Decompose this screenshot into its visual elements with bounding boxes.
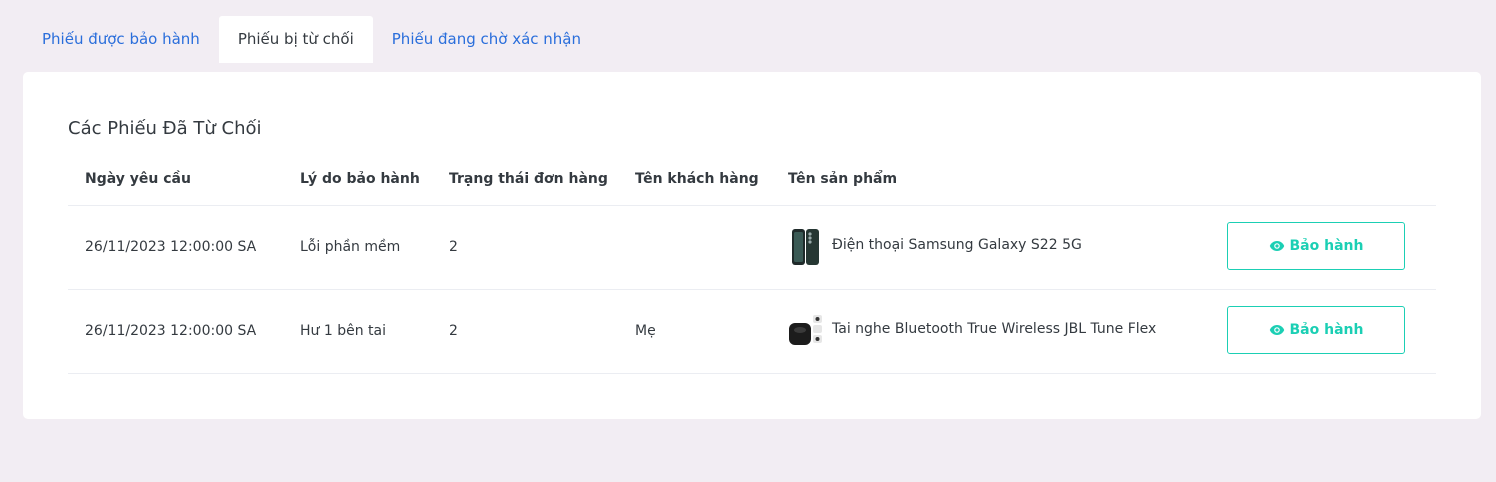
tab-rejected-tickets[interactable]: Phiếu bị từ chối xyxy=(218,16,373,63)
cell-warranty-reason: Hư 1 bên tai xyxy=(300,323,386,339)
rejected-tickets-table: Ngày yêu cầu Lý do bảo hành Trạng thái đ… xyxy=(68,158,1436,374)
cell-order-status: 2 xyxy=(449,239,458,255)
eye-icon xyxy=(1269,324,1285,336)
cell-order-status: 2 xyxy=(449,323,458,339)
cell-product: Điện thoại Samsung Galaxy S22 5G xyxy=(788,206,1082,288)
tab-bar: Phiếu được bảo hành Phiếu bị từ chối Phi… xyxy=(23,16,600,63)
warranty-button-label: Bảo hành xyxy=(1289,322,1364,338)
rejected-tickets-card: Các Phiếu Đã Từ Chối Ngày yêu cầu Lý do … xyxy=(23,72,1481,419)
warranty-button[interactable]: Bảo hành xyxy=(1227,222,1405,270)
product-name: Điện thoại Samsung Galaxy S22 5G xyxy=(832,237,1082,253)
cell-product: Tai nghe Bluetooth True Wireless JBL Tun… xyxy=(788,290,1156,372)
cell-warranty-reason: Lỗi phần mềm xyxy=(300,239,401,255)
tab-approved-tickets[interactable]: Phiếu được bảo hành xyxy=(23,16,219,63)
header-product-name: Tên sản phẩm xyxy=(788,171,898,187)
table-row: 26/11/2023 12:00:00 SA Lỗi phần mềm 2 Đi… xyxy=(68,206,1436,290)
header-request-date: Ngày yêu cầu xyxy=(85,171,191,187)
table-row: 26/11/2023 12:00:00 SA Hư 1 bên tai 2 Mẹ xyxy=(68,290,1436,374)
product-name: Tai nghe Bluetooth True Wireless JBL Tun… xyxy=(832,321,1157,337)
warranty-button[interactable]: Bảo hành xyxy=(1227,306,1405,354)
warranty-button-label: Bảo hành xyxy=(1289,238,1364,254)
table-header: Ngày yêu cầu Lý do bảo hành Trạng thái đ… xyxy=(68,158,1436,206)
eye-icon xyxy=(1269,240,1285,252)
card-title: Các Phiếu Đã Từ Chối xyxy=(68,118,262,139)
header-order-status: Trạng thái đơn hàng xyxy=(449,171,608,187)
earbuds-thumbnail-icon xyxy=(788,311,824,351)
cell-request-date: 26/11/2023 12:00:00 SA xyxy=(85,239,257,255)
header-customer-name: Tên khách hàng xyxy=(635,171,759,187)
header-warranty-reason: Lý do bảo hành xyxy=(300,171,420,187)
cell-customer-name: Mẹ xyxy=(635,323,656,339)
cell-request-date: 26/11/2023 12:00:00 SA xyxy=(85,323,257,339)
tab-pending-tickets[interactable]: Phiếu đang chờ xác nhận xyxy=(373,16,600,63)
phone-thumbnail-icon xyxy=(788,227,824,267)
